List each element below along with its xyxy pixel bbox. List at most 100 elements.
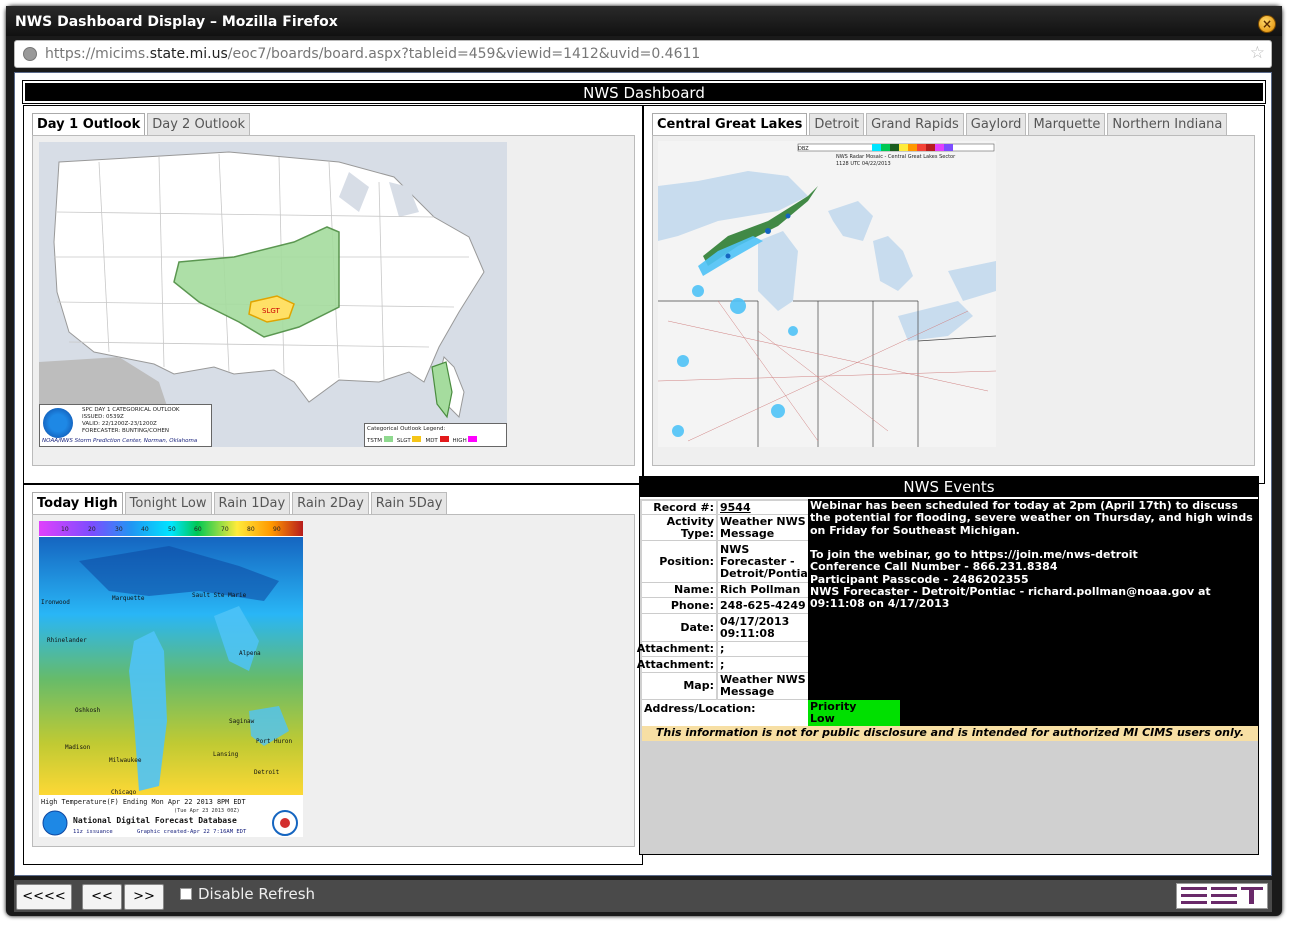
event-row-phone: Phone: 248-625-4249 bbox=[642, 598, 808, 614]
close-icon[interactable]: × bbox=[1258, 15, 1276, 33]
row-value: Rich Pollman bbox=[718, 583, 808, 598]
outlook-info-line: ISSUED: 0539Z bbox=[82, 414, 124, 420]
previous-button[interactable]: << bbox=[82, 884, 122, 910]
city-label: Rhinelander bbox=[47, 637, 87, 644]
window-titlebar: NWS Dashboard Display – Mozilla Firefox … bbox=[6, 6, 1282, 36]
radar-caption-2: 1128 UTC 04/22/2013 bbox=[836, 161, 891, 167]
row-label: Map: bbox=[642, 673, 716, 700]
bottom-toolbar: <<<< << >> Disable Refresh bbox=[14, 880, 1272, 912]
city-label: Sault Ste Marie bbox=[192, 592, 247, 599]
tab-rain-2day[interactable]: Rain 2Day bbox=[292, 492, 369, 514]
url-domain: state.mi.us bbox=[149, 46, 228, 62]
city-label: Milwaukee bbox=[109, 757, 142, 764]
tab-day1-outlook[interactable]: Day 1 Outlook bbox=[32, 113, 146, 135]
outlook-info-line: SPC DAY 1 CATEGORICAL OUTLOOK bbox=[82, 407, 180, 413]
disable-refresh-toggle[interactable]: Disable Refresh bbox=[180, 885, 315, 903]
row-value: ; bbox=[718, 642, 808, 657]
outlook-info-line: FORECASTER: BUNTING/COHEN bbox=[82, 428, 169, 434]
city-label: Port Huron bbox=[256, 738, 293, 745]
url-path: /eoc7/boards/board.aspx?tableid=459&view… bbox=[227, 46, 701, 62]
scale-label: 60 bbox=[194, 526, 202, 533]
disclaimer-text: This information is not for public discl… bbox=[642, 726, 1258, 741]
radar-bar-label: DBZ bbox=[798, 146, 809, 152]
nws-events-panel: NWS Events Record #: 9544 Activity Type:… bbox=[636, 476, 1259, 855]
spc-outlook-map: SLGT SPC DAY 1 CATEGORICAL OUTLOOK ISSUE… bbox=[39, 142, 507, 447]
url-bar[interactable]: https://micims.state.mi.us/eoc7/boards/b… bbox=[14, 40, 1272, 68]
forecast-tab-body: 10 20 30 40 50 60 70 80 90 Ironwood Marq… bbox=[32, 514, 635, 847]
event-row-activity-type: Activity Type: Weather NWS Message bbox=[642, 515, 808, 541]
browser-window: NWS Dashboard Display – Mozilla Firefox … bbox=[6, 6, 1282, 916]
scale-label: 30 bbox=[115, 526, 123, 533]
first-page-button[interactable]: <<<< bbox=[16, 884, 72, 910]
slgt-label: SLGT bbox=[262, 307, 281, 315]
legend-title: Categorical Outlook Legend: bbox=[367, 426, 446, 432]
row-label: Position: bbox=[642, 541, 716, 583]
tab-tonight-low[interactable]: Tonight Low bbox=[124, 492, 212, 514]
radar-tabs: Central Great Lakes Detroit Grand Rapids… bbox=[652, 113, 1229, 135]
tab-detroit[interactable]: Detroit bbox=[809, 113, 865, 135]
row-label: Record #: bbox=[642, 501, 716, 515]
outlook-map-graphic: SLGT bbox=[39, 151, 485, 447]
address-location-label: Address/Location: bbox=[642, 700, 808, 726]
dashboard-title: NWS Dashboard bbox=[22, 80, 1266, 104]
scale-label: 70 bbox=[221, 526, 229, 533]
temperature-caption: High Temperature(F) Ending Mon Apr 22 20… bbox=[41, 798, 246, 806]
row-label: Activity Type: bbox=[642, 515, 716, 541]
outlook-tabs: Day 1 Outlook Day 2 Outlook bbox=[32, 113, 252, 135]
event-row-position: Position: NWS Forecaster - Detroit/Ponti… bbox=[642, 541, 814, 583]
priority-value: Low bbox=[810, 712, 835, 725]
page-content: NWS Dashboard Day 1 Outlook Day 2 Outloo… bbox=[14, 72, 1272, 876]
tab-rain-1day[interactable]: Rain 1Day bbox=[213, 492, 291, 514]
outlook-legend: Categorical Outlook Legend: TSTM SLGT MD… bbox=[364, 423, 507, 447]
scale-label: 40 bbox=[141, 526, 149, 533]
event-message: Webinar has been scheduled for today at … bbox=[808, 499, 1258, 700]
row-value: ; bbox=[718, 657, 808, 673]
tab-marquette[interactable]: Marquette bbox=[1028, 113, 1106, 135]
event-row-record: Record #: 9544 bbox=[642, 501, 808, 515]
radar-caption-1: NWS Radar Mosaic - Central Great Lakes S… bbox=[836, 154, 956, 160]
tab-grand-rapids[interactable]: Grand Rapids bbox=[866, 113, 964, 135]
radar-mosaic-map: DBZ NWS Radar Mosaic - Central Great Lak… bbox=[658, 141, 996, 447]
event-row-map: Map: Weather NWS Message bbox=[642, 673, 808, 700]
row-label: Date: bbox=[642, 614, 716, 642]
forecast-tabs: Today High Tonight Low Rain 1Day Rain 2D… bbox=[32, 492, 449, 514]
record-number-link[interactable]: 9544 bbox=[718, 501, 808, 515]
radar-tab-body: DBZ NWS Radar Mosaic - Central Great Lak… bbox=[652, 135, 1255, 466]
tab-rain-5day[interactable]: Rain 5Day bbox=[370, 492, 448, 514]
outlook-panel: Day 1 Outlook Day 2 Outlook SLGT SPC DAY… bbox=[23, 105, 643, 484]
row-label: Name: bbox=[642, 583, 716, 598]
bookmark-star-icon[interactable]: ☆ bbox=[1250, 43, 1265, 63]
priority-badge: Priority Low bbox=[808, 700, 900, 726]
tab-day2-outlook[interactable]: Day 2 Outlook bbox=[147, 113, 251, 135]
legend-item: MDT bbox=[425, 436, 449, 444]
forecast-panel: Today High Tonight Low Rain 1Day Rain 2D… bbox=[23, 484, 643, 865]
tab-northern-indiana[interactable]: Northern Indiana bbox=[1107, 113, 1228, 135]
radar-map-graphic: DBZ NWS Radar Mosaic - Central Great Lak… bbox=[658, 141, 996, 447]
city-label: Alpena bbox=[239, 650, 261, 657]
legend-items: TSTM SLGT MDT HIGH bbox=[367, 436, 504, 444]
tab-today-high[interactable]: Today High bbox=[32, 492, 123, 514]
disable-refresh-label: Disable Refresh bbox=[198, 885, 316, 903]
city-label: Madison bbox=[65, 744, 91, 751]
scale-label: 20 bbox=[88, 526, 96, 533]
ndfd-created: Graphic created-Apr 22 7:16AM EDT bbox=[137, 829, 247, 835]
city-label: Lansing bbox=[213, 751, 239, 758]
ndfd-temperature-map: 10 20 30 40 50 60 70 80 90 Ironwood Marq… bbox=[39, 521, 303, 837]
noaa-logo-icon bbox=[43, 408, 73, 438]
next-button[interactable]: >> bbox=[124, 884, 164, 910]
legend-item: TSTM bbox=[367, 436, 393, 444]
tab-central-great-lakes[interactable]: Central Great Lakes bbox=[652, 113, 808, 135]
event-row-date: Date: 04/17/2013 09:11:08 bbox=[642, 614, 808, 642]
disable-refresh-checkbox[interactable] bbox=[180, 888, 192, 900]
noaa-logo-icon bbox=[42, 810, 68, 836]
event-row-attachment: Attachment: ; bbox=[637, 657, 808, 673]
row-label: Attachment: bbox=[636, 642, 716, 657]
window-title: NWS Dashboard Display – Mozilla Firefox bbox=[15, 14, 338, 30]
city-label: Oshkosh bbox=[75, 707, 101, 714]
event-row-attachment: Attachment: ; bbox=[636, 642, 808, 657]
outlook-tab-body: SLGT SPC DAY 1 CATEGORICAL OUTLOOK ISSUE… bbox=[32, 135, 635, 466]
app-logo bbox=[1176, 883, 1268, 909]
city-label: Chicago bbox=[111, 789, 137, 796]
row-value: Weather NWS Message bbox=[718, 515, 808, 541]
tab-gaylord[interactable]: Gaylord bbox=[965, 113, 1027, 135]
